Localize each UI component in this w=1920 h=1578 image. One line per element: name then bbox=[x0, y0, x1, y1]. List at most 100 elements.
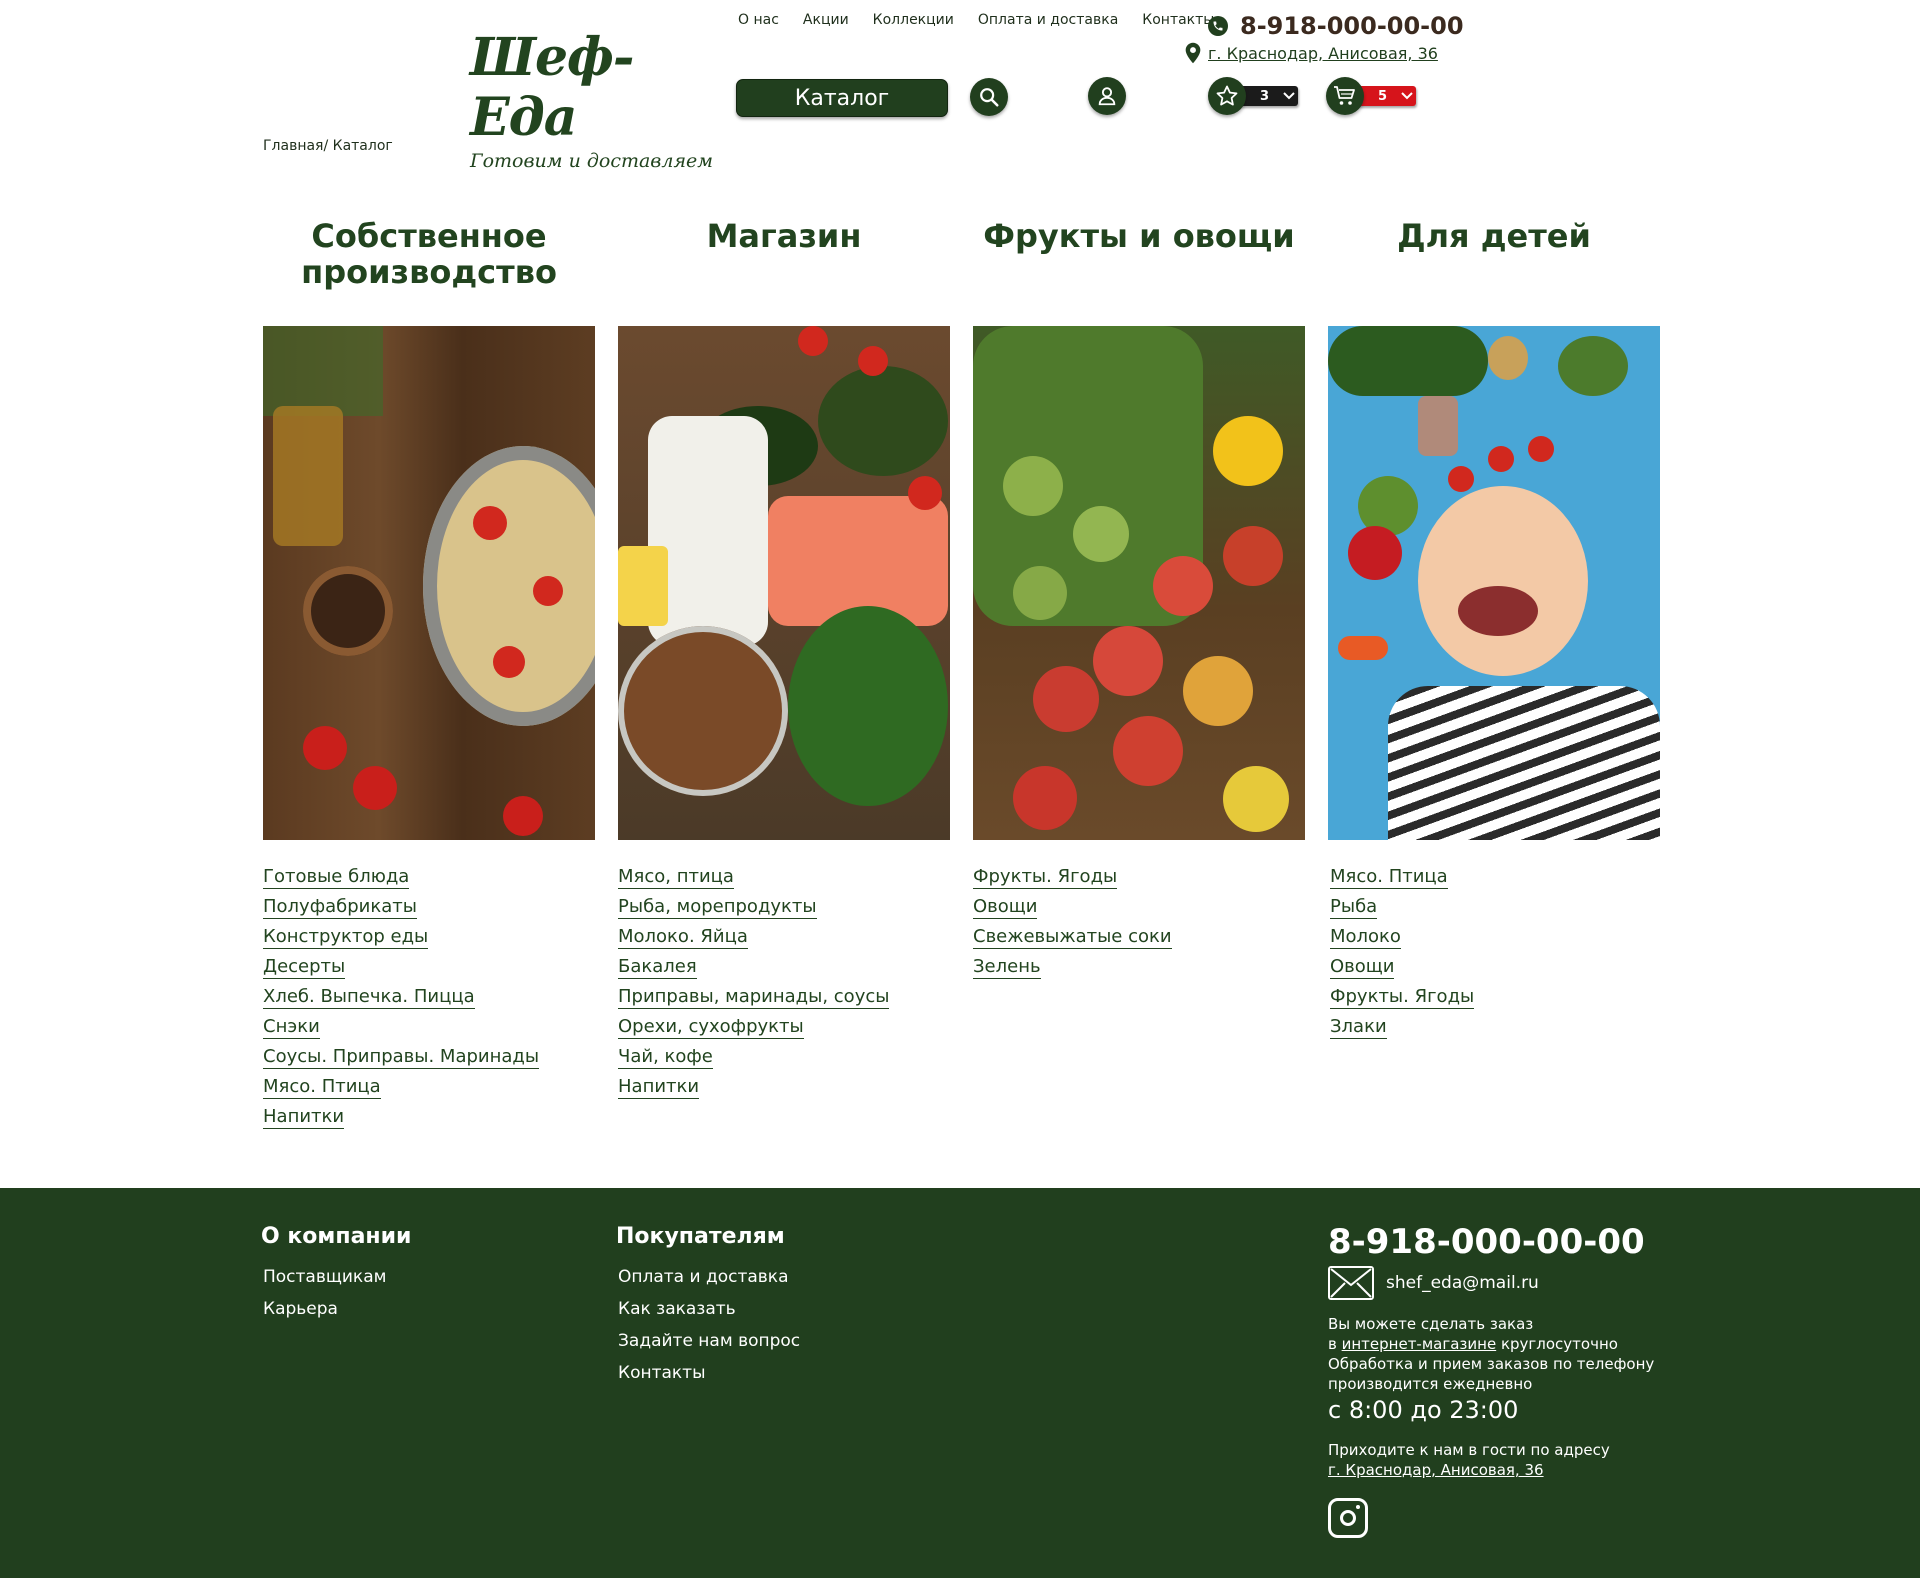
category-link[interactable]: Свежевыжатые соки bbox=[973, 926, 1172, 949]
list-item: Фрукты. Ягоды bbox=[973, 864, 1305, 894]
category-title[interactable]: Фрукты и овощи bbox=[973, 218, 1305, 326]
category-link[interactable]: Молоко bbox=[1330, 926, 1401, 949]
category-link[interactable]: Молоко. Яйца bbox=[618, 926, 748, 949]
category-link[interactable]: Рыба bbox=[1330, 896, 1378, 919]
fruits-vegetables-image[interactable] bbox=[973, 326, 1305, 840]
category-link[interactable]: Мясо. Птица bbox=[263, 1076, 381, 1099]
category-links: Готовые блюда Полуфабрикаты Конструктор … bbox=[263, 864, 595, 1134]
pasta-dish-image[interactable] bbox=[263, 326, 595, 840]
footer-shop-link[interactable]: интернет-магазине bbox=[1342, 1335, 1497, 1353]
cart-icon bbox=[1334, 86, 1355, 105]
instagram-icon[interactable] bbox=[1328, 1498, 1368, 1538]
category-link[interactable]: Чай, кофе bbox=[618, 1046, 713, 1069]
groceries-image[interactable] bbox=[618, 326, 950, 840]
list-item: Злаки bbox=[1330, 1014, 1660, 1044]
footer-link-ask-question[interactable]: Задайте нам вопрос bbox=[618, 1331, 800, 1351]
footer-link-career[interactable]: Карьера bbox=[263, 1299, 338, 1319]
category-own-production: Собственное производство Готовые блюда П… bbox=[263, 218, 595, 1134]
category-link[interactable]: Рыба, морепродукты bbox=[618, 896, 817, 919]
list-item: Хлеб. Выпечка. Пицца bbox=[263, 984, 595, 1014]
breadcrumb[interactable]: Главная/ Каталог bbox=[263, 138, 393, 154]
footer-link-contacts[interactable]: Контакты bbox=[618, 1363, 706, 1383]
category-links: Мясо. Птица Рыба Молоко Овощи Фрукты. Яг… bbox=[1328, 864, 1660, 1044]
category-kids: Для детей Мясо. Птица Рыба Молоко Овощи … bbox=[1328, 218, 1660, 1044]
instagram-lens bbox=[1340, 1510, 1356, 1526]
category-link[interactable]: Полуфабрикаты bbox=[263, 896, 417, 919]
list-item: Мясо, птица bbox=[618, 864, 950, 894]
list-item: Конструктор еды bbox=[263, 924, 595, 954]
category-link[interactable]: Конструктор еды bbox=[263, 926, 429, 949]
footer-order-prefix: в bbox=[1328, 1335, 1342, 1353]
list-item: Десерты bbox=[263, 954, 595, 984]
envelope-icon bbox=[1328, 1266, 1374, 1300]
logo[interactable]: Шеф-Еда Готовим и доставляем bbox=[470, 28, 720, 173]
nav-contacts[interactable]: Контакты bbox=[1142, 12, 1214, 28]
nav-about[interactable]: О нас bbox=[738, 12, 779, 28]
phone-icon bbox=[1208, 16, 1228, 36]
category-link[interactable]: Фрукты. Ягоды bbox=[973, 866, 1118, 889]
footer-email: shef_eda@mail.ru bbox=[1386, 1273, 1539, 1293]
category-title[interactable]: Собственное производство bbox=[263, 218, 595, 326]
header-phone[interactable]: 8-918-000-00-00 bbox=[1208, 12, 1464, 40]
cart-counter[interactable]: 5 bbox=[1356, 86, 1416, 106]
catalog-button[interactable]: Каталог bbox=[736, 79, 948, 117]
user-icon bbox=[1098, 87, 1116, 106]
category-link[interactable]: Злаки bbox=[1330, 1016, 1387, 1039]
list-item: Карьера bbox=[261, 1297, 411, 1329]
list-item: Мясо. Птица bbox=[1330, 864, 1660, 894]
footer-phone[interactable]: 8-918-000-00-00 bbox=[1328, 1222, 1668, 1262]
footer-link-suppliers[interactable]: Поставщикам bbox=[263, 1267, 386, 1287]
nav-payment-delivery[interactable]: Оплата и доставка bbox=[978, 12, 1118, 28]
top-navigation: О нас Акции Коллекции Оплата и доставка … bbox=[738, 12, 1238, 28]
list-item: Чай, кофе bbox=[618, 1044, 950, 1074]
category-link[interactable]: Снэки bbox=[263, 1016, 320, 1039]
search-button[interactable] bbox=[970, 78, 1008, 116]
list-item: Приправы, маринады, соусы bbox=[618, 984, 950, 1014]
footer-visit-address[interactable]: г. Краснодар, Анисовая, 36 bbox=[1328, 1461, 1544, 1479]
list-item: Фрукты. Ягоды bbox=[1330, 984, 1660, 1014]
footer-email-row[interactable]: shef_eda@mail.ru bbox=[1328, 1266, 1668, 1300]
footer-order-text: Вы можете сделать заказ bbox=[1328, 1315, 1534, 1333]
footer-company-links: Поставщикам Карьера bbox=[261, 1265, 411, 1329]
list-item: Овощи bbox=[973, 894, 1305, 924]
header-address[interactable]: г. Краснодар, Анисовая, 36 bbox=[1184, 42, 1438, 64]
category-link[interactable]: Овощи bbox=[973, 896, 1038, 919]
footer-link-payment-delivery[interactable]: Оплата и доставка bbox=[618, 1267, 788, 1287]
list-item: Соусы. Приправы. Маринады bbox=[263, 1044, 595, 1074]
category-title[interactable]: Магазин bbox=[618, 218, 950, 326]
favorites-button[interactable] bbox=[1208, 77, 1246, 115]
nav-collections[interactable]: Коллекции bbox=[873, 12, 954, 28]
footer-buyers-title: Покупателям bbox=[616, 1224, 785, 1249]
category-link[interactable]: Овощи bbox=[1330, 956, 1395, 979]
footer-link-how-to-order[interactable]: Как заказать bbox=[618, 1299, 736, 1319]
baby-food-image[interactable] bbox=[1328, 326, 1660, 840]
category-link[interactable]: Хлеб. Выпечка. Пицца bbox=[263, 986, 475, 1009]
footer-phone-orders-text: Обработка и прием заказов по телефону bbox=[1328, 1355, 1655, 1373]
star-icon bbox=[1216, 85, 1238, 106]
category-link[interactable]: Зелень bbox=[973, 956, 1041, 979]
chevron-down-icon bbox=[1401, 92, 1413, 100]
favorites-counter[interactable]: 3 bbox=[1238, 86, 1298, 106]
category-link[interactable]: Мясо. Птица bbox=[1330, 866, 1448, 889]
header-address-text: г. Краснодар, Анисовая, 36 bbox=[1208, 43, 1438, 63]
category-link[interactable]: Готовые блюда bbox=[263, 866, 410, 889]
category-link[interactable]: Фрукты. Ягоды bbox=[1330, 986, 1475, 1009]
category-link[interactable]: Напитки bbox=[618, 1076, 700, 1099]
category-links: Мясо, птица Рыба, морепродукты Молоко. Я… bbox=[618, 864, 950, 1104]
footer-buyers: Покупателям Оплата и доставка Как заказа… bbox=[616, 1224, 800, 1393]
category-link[interactable]: Приправы, маринады, соусы bbox=[618, 986, 890, 1009]
cart-button[interactable] bbox=[1326, 77, 1364, 115]
list-item: Бакалея bbox=[618, 954, 950, 984]
category-link[interactable]: Орехи, сухофрукты bbox=[618, 1016, 804, 1039]
nav-promotions[interactable]: Акции bbox=[803, 12, 849, 28]
category-link[interactable]: Мясо, птица bbox=[618, 866, 734, 889]
footer-order-line: в интернет-магазине круглосуточно bbox=[1328, 1334, 1668, 1354]
footer: О компании Поставщикам Карьера Покупател… bbox=[0, 1188, 1920, 1578]
account-button[interactable] bbox=[1088, 77, 1126, 115]
category-title[interactable]: Для детей bbox=[1328, 218, 1660, 326]
list-item: Оплата и доставка bbox=[616, 1265, 800, 1297]
category-link[interactable]: Напитки bbox=[263, 1106, 345, 1129]
category-link[interactable]: Десерты bbox=[263, 956, 346, 979]
category-link[interactable]: Соусы. Приправы. Маринады bbox=[263, 1046, 540, 1069]
category-link[interactable]: Бакалея bbox=[618, 956, 697, 979]
